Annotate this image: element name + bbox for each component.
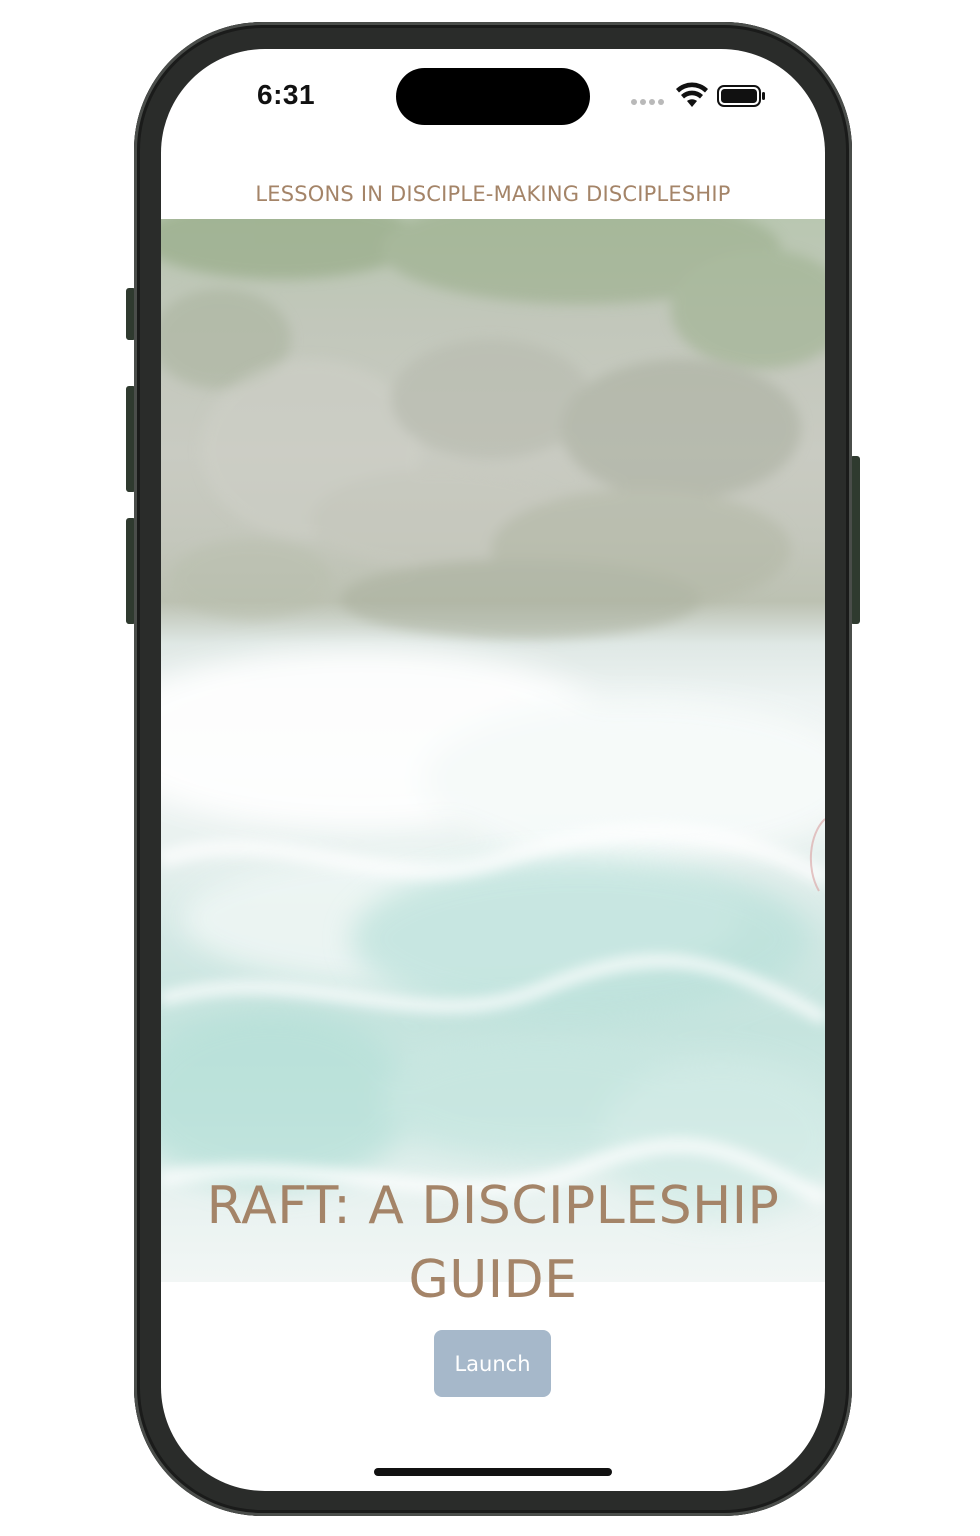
battery-icon	[717, 85, 765, 107]
app-screen: 6:31 LESSONS IN DISCIPLE-MAKING DISCIPLE…	[161, 49, 825, 1491]
home-indicator[interactable]	[374, 1468, 612, 1476]
hero-river-image	[161, 219, 825, 1282]
guide-title-line2: GUIDE	[408, 1250, 578, 1310]
status-icons	[631, 81, 771, 111]
dynamic-island	[396, 68, 590, 125]
wifi-icon	[676, 82, 708, 107]
device-mockup: 6:31 LESSONS IN DISCIPLE-MAKING DISCIPLE…	[0, 0, 980, 1536]
guide-title-line1: RAFT: A DISCIPLESHIP	[206, 1176, 780, 1236]
app-subtitle: LESSONS IN DISCIPLE-MAKING DISCIPLESHIP	[255, 182, 731, 206]
launch-button[interactable]: Launch	[434, 1330, 551, 1397]
guide-title: RAFT: A DISCIPLESHIP GUIDE	[181, 1169, 805, 1317]
status-time: 6:31	[257, 79, 316, 110]
signal-dots-icon	[631, 99, 664, 105]
